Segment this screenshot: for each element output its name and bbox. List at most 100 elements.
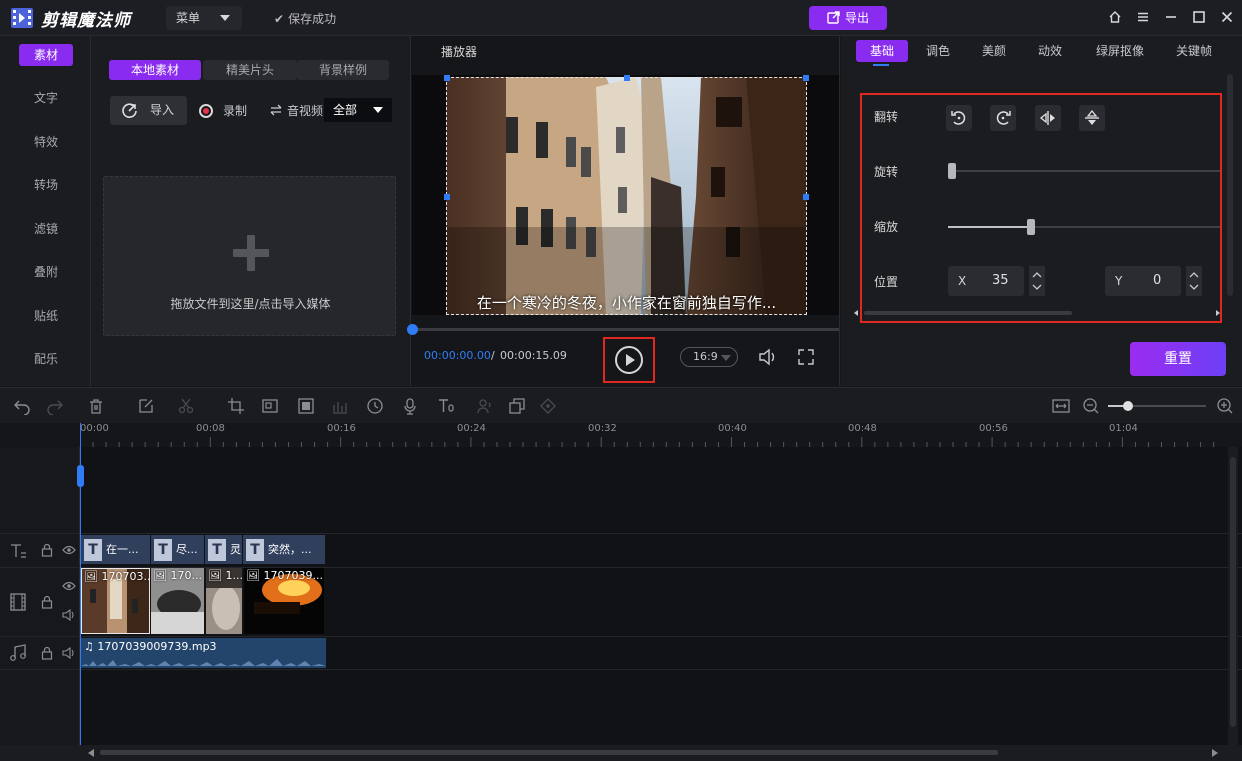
properties-horizontal-scrollbar[interactable] bbox=[852, 309, 1224, 317]
export-button[interactable]: 导出 bbox=[809, 6, 887, 30]
edit-icon[interactable] bbox=[137, 397, 155, 415]
text-clip[interactable]: T 在一... bbox=[81, 535, 151, 564]
rotate-left-icon[interactable] bbox=[946, 105, 972, 131]
freeze-frame-icon[interactable] bbox=[297, 397, 315, 415]
video-clip[interactable]: 🖼 1... bbox=[206, 568, 243, 634]
video-clip-name: 170703... bbox=[101, 570, 150, 583]
nav-item-overlay[interactable]: 叠附 bbox=[19, 261, 73, 283]
nav-item-text[interactable]: 文字 bbox=[19, 87, 73, 109]
audio-bars-icon[interactable] bbox=[331, 397, 349, 415]
tab-color[interactable]: 调色 bbox=[915, 40, 961, 62]
save-status-text: 保存成功 bbox=[288, 12, 337, 26]
audio-clip[interactable]: ♫ 1707039009739.mp3 bbox=[81, 638, 326, 668]
maximize-icon[interactable] bbox=[1190, 8, 1208, 26]
split-icon[interactable] bbox=[177, 397, 195, 415]
playback-progress-bar[interactable] bbox=[407, 324, 839, 335]
resize-handle[interactable] bbox=[444, 75, 450, 81]
flip-horizontal-icon[interactable] bbox=[1035, 105, 1061, 131]
rotate-slider[interactable] bbox=[948, 163, 1220, 179]
nav-item-effects[interactable]: 特效 bbox=[19, 131, 73, 153]
nav-item-stickers[interactable]: 贴纸 bbox=[19, 305, 73, 327]
hamburger-menu-icon[interactable] bbox=[1134, 8, 1152, 26]
undo-icon[interactable] bbox=[13, 397, 31, 415]
media-filter-select[interactable]: 全部 bbox=[324, 98, 392, 122]
resize-handle[interactable] bbox=[444, 194, 450, 200]
zoom-slider-thumb[interactable] bbox=[1122, 401, 1133, 411]
media-filter-value: 全部 bbox=[333, 103, 358, 117]
crop-icon[interactable] bbox=[227, 397, 245, 415]
media-drop-zone[interactable]: 拖放文件到这里/点击导入媒体 bbox=[103, 176, 396, 336]
scale-slider-thumb[interactable] bbox=[1027, 219, 1035, 235]
minimize-icon[interactable] bbox=[1162, 8, 1180, 26]
video-clip[interactable]: 🖼 170... bbox=[151, 568, 205, 634]
delete-icon[interactable] bbox=[87, 397, 105, 415]
nav-item-transitions[interactable]: 转场 bbox=[19, 174, 73, 196]
resize-handle[interactable] bbox=[803, 75, 809, 81]
flip-vertical-icon[interactable] bbox=[1079, 105, 1105, 131]
video-clip[interactable]: 🖼 1707039... bbox=[244, 568, 325, 634]
zoom-in-icon[interactable] bbox=[1216, 397, 1234, 415]
position-y-field[interactable]: Y 0 bbox=[1105, 266, 1181, 296]
text-to-speech-icon[interactable] bbox=[437, 397, 455, 415]
text-clip[interactable]: T 突然，... bbox=[243, 535, 326, 564]
timeline-playhead[interactable] bbox=[77, 423, 84, 745]
close-icon[interactable] bbox=[1218, 8, 1236, 26]
video-clip[interactable]: 🖼 170703... bbox=[81, 568, 150, 634]
mosaic-icon[interactable] bbox=[261, 397, 279, 415]
import-label: 导入 bbox=[150, 103, 175, 117]
playhead-handle[interactable] bbox=[77, 465, 84, 487]
text-clip-label: 灵 bbox=[230, 543, 241, 556]
scrollbar-thumb[interactable] bbox=[1230, 457, 1236, 727]
zoom-out-icon[interactable] bbox=[1082, 397, 1100, 415]
main-menu-dropdown[interactable]: 菜单 bbox=[166, 6, 242, 30]
aspect-ratio-select[interactable]: 16:9 bbox=[680, 347, 738, 367]
properties-vertical-scrollbar[interactable] bbox=[1227, 74, 1233, 296]
reset-button[interactable]: 重置 bbox=[1130, 342, 1226, 376]
nav-item-filters[interactable]: 滤镜 bbox=[19, 218, 73, 240]
voice-change-icon[interactable] bbox=[475, 397, 493, 415]
video-preview[interactable]: 在一个寒冷的冬夜，小作家在窗前独自写作... bbox=[412, 75, 839, 315]
scale-slider[interactable] bbox=[948, 219, 1220, 235]
app-title: 剪辑魔法师 bbox=[41, 11, 131, 31]
tab-chroma-key[interactable]: 绿屏抠像 bbox=[1088, 40, 1152, 62]
timeline-ruler[interactable]: 00:00 00:08 00:16 00:24 00:32 00:40 00:4… bbox=[0, 423, 1242, 447]
fullscreen-icon[interactable] bbox=[796, 347, 816, 367]
tracks-vertical-scrollbar[interactable] bbox=[1228, 447, 1238, 745]
volume-icon[interactable] bbox=[757, 346, 779, 368]
tab-basic[interactable]: 基础 bbox=[856, 40, 908, 62]
tab-keyframe[interactable]: 关键帧 bbox=[1168, 40, 1220, 62]
import-button[interactable]: 导入 bbox=[110, 96, 187, 125]
speed-icon[interactable] bbox=[366, 397, 384, 415]
tab-local-media[interactable]: 本地素材 bbox=[109, 60, 201, 80]
tab-background-samples[interactable]: 背景样例 bbox=[297, 60, 389, 80]
basic-properties-box: 翻转 旋转 缩放 位置 X 35 Y 0 bbox=[854, 93, 1222, 323]
progress-knob[interactable] bbox=[407, 324, 418, 335]
rotate-right-icon[interactable] bbox=[990, 105, 1016, 131]
selection-box[interactable] bbox=[444, 75, 809, 315]
redo-icon[interactable] bbox=[46, 397, 64, 415]
tab-intros[interactable]: 精美片头 bbox=[203, 60, 297, 80]
microphone-icon[interactable] bbox=[401, 397, 419, 415]
nav-item-music[interactable]: 配乐 bbox=[19, 348, 73, 370]
text-clip[interactable]: T 尽... bbox=[151, 535, 205, 564]
chevron-down-icon bbox=[373, 107, 383, 113]
audio-clip-label: ♫ 1707039009739.mp3 bbox=[84, 640, 217, 653]
tab-motion[interactable]: 动效 bbox=[1027, 40, 1073, 62]
text-clip[interactable]: T灵 bbox=[205, 535, 243, 564]
nav-item-assets[interactable]: 素材 bbox=[19, 44, 73, 66]
position-x-field[interactable]: X 35 bbox=[948, 266, 1024, 296]
x-stepper[interactable] bbox=[1029, 266, 1045, 296]
timeline-horizontal-scrollbar[interactable] bbox=[0, 745, 1242, 761]
y-stepper[interactable] bbox=[1186, 266, 1202, 296]
overlay-copy-icon[interactable] bbox=[508, 397, 526, 415]
keyframe-icon[interactable] bbox=[539, 397, 557, 415]
tab-beauty[interactable]: 美颜 bbox=[971, 40, 1017, 62]
home-icon[interactable] bbox=[1106, 8, 1124, 26]
play-button[interactable] bbox=[603, 337, 655, 383]
zoom-slider[interactable] bbox=[1108, 401, 1206, 411]
fit-timeline-icon[interactable] bbox=[1052, 397, 1070, 415]
record-button[interactable]: 录制 bbox=[205, 102, 247, 119]
resize-handle[interactable] bbox=[624, 75, 630, 81]
resize-handle[interactable] bbox=[803, 194, 809, 200]
rotate-slider-thumb[interactable] bbox=[948, 163, 956, 179]
